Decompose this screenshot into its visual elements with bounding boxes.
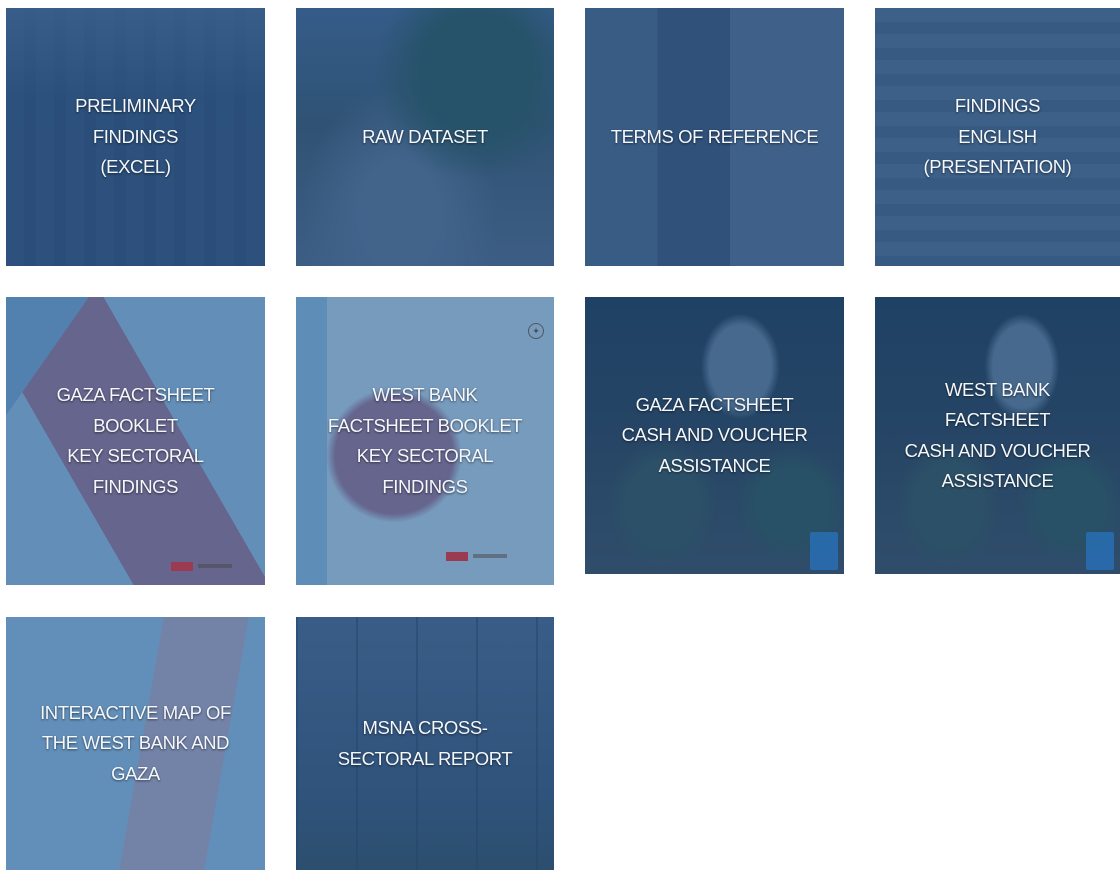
tile-label: FINDINGS ENGLISH (PRESENTATION) [923,95,1072,178]
unhcr-logo-icon [1086,532,1114,570]
resource-tile-grid: PRELIMINARY FINDINGS (EXCEL) RAW DATASET… [0,0,1120,870]
tile-gaza-factsheet-booklet[interactable]: GAZA FACTSHEET BOOKLET KEY SECTORAL FIND… [6,297,265,585]
tile-raw-dataset[interactable]: RAW DATASET [296,8,554,266]
tile-label: GAZA FACTSHEET BOOKLET KEY SECTORAL FIND… [56,384,215,497]
map-legend-swatch [446,552,468,561]
tile-msna-report[interactable]: MSNA CROSS- SECTORAL REPORT [296,617,554,870]
tile-findings-english[interactable]: FINDINGS ENGLISH (PRESENTATION) [875,8,1120,266]
tile-label: WEST BANK FACTSHEET BOOKLET KEY SECTORAL… [327,384,523,497]
tile-label: INTERACTIVE MAP OF THE WEST BANK AND GAZ… [40,701,231,784]
tile-west-bank-factsheet-booklet[interactable]: ✦ WEST BANK FACTSHEET BOOKLET KEY SECTOR… [296,297,554,585]
tile-label: GAZA FACTSHEET CASH AND VOUCHER ASSISTAN… [621,393,808,476]
tile-preliminary-findings[interactable]: PRELIMINARY FINDINGS (EXCEL) [6,8,265,266]
tile-label: PRELIMINARY FINDINGS (EXCEL) [75,95,196,178]
map-legend-swatch [171,562,193,571]
tile-label: TERMS OF REFERENCE [610,125,819,147]
tile-gaza-factsheet-cva[interactable]: GAZA FACTSHEET CASH AND VOUCHER ASSISTAN… [585,297,844,574]
tile-terms-of-reference[interactable]: TERMS OF REFERENCE [585,8,844,266]
tile-interactive-map[interactable]: INTERACTIVE MAP OF THE WEST BANK AND GAZ… [6,617,265,870]
tile-label: WEST BANK FACTSHEET CASH AND VOUCHER ASS… [904,378,1091,492]
unhcr-logo-icon [810,532,838,570]
tile-label: RAW DATASET [362,125,488,147]
tile-west-bank-factsheet-cva[interactable]: WEST BANK FACTSHEET CASH AND VOUCHER ASS… [875,297,1120,574]
tile-label: MSNA CROSS- SECTORAL REPORT [337,717,513,769]
compass-icon: ✦ [528,323,544,339]
